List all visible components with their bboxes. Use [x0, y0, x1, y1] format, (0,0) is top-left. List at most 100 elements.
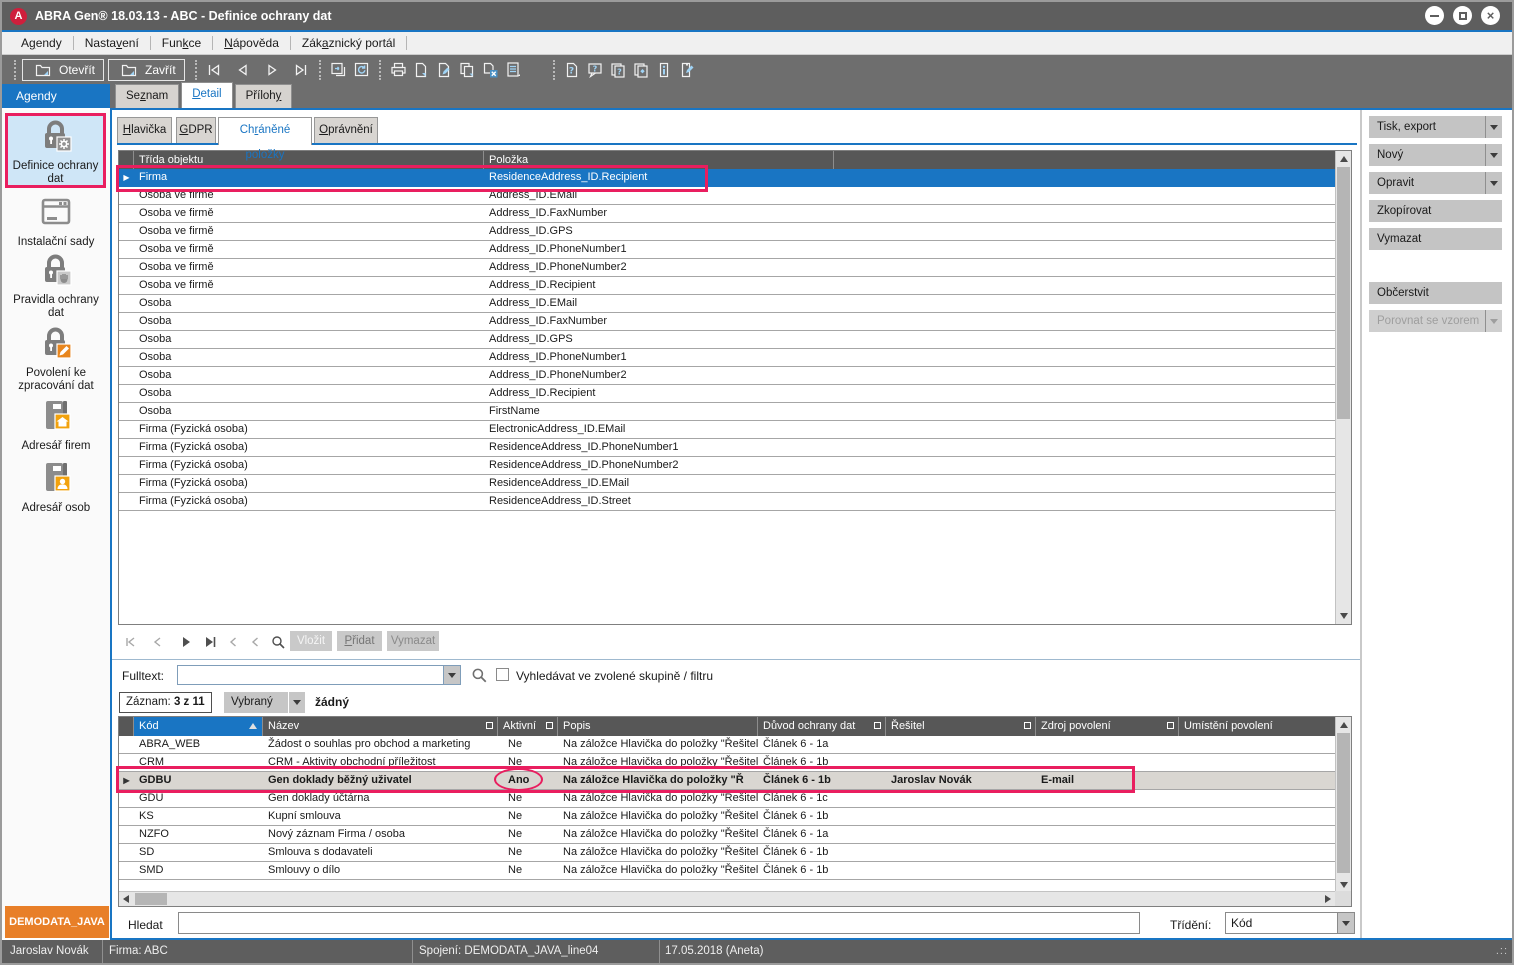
scrollbar-thumb[interactable]	[135, 893, 167, 905]
rec-first-icon[interactable]	[123, 634, 139, 650]
table-row[interactable]: KSKupní smlouvaNeNa záložce Hlavička do …	[119, 808, 1335, 826]
table-row[interactable]: OsobaAddress_ID.EMail	[119, 295, 1335, 313]
group-filter-checkbox[interactable]	[496, 668, 509, 681]
scroll-left-icon[interactable]	[123, 895, 129, 903]
nav-prev-icon[interactable]	[232, 59, 255, 81]
scroll-down-icon[interactable]	[1340, 882, 1348, 888]
fulltext-dropdown-button[interactable]	[443, 666, 460, 684]
column-header-resitel[interactable]: Řešitel	[886, 717, 1036, 736]
refresh-button[interactable]: Občerstvit	[1369, 282, 1502, 304]
table-row[interactable]: SMDSmlouvy o díloNeNa záložce Hlavička d…	[119, 862, 1335, 880]
delete-button[interactable]: Vymazat	[387, 631, 439, 651]
table-row[interactable]: Osoba ve firměAddress_ID.PhoneNumber2	[119, 259, 1335, 277]
tab-hlavicka[interactable]: Hlavička	[117, 117, 172, 143]
release-notes-icon[interactable]	[676, 59, 699, 81]
table-row[interactable]: NZFONový záznam Firma / osobaNeNa záložc…	[119, 826, 1335, 844]
sidebar-item-povoleni-ke-zpracovani-dat[interactable]: Povolení ke zpracování dat	[2, 325, 110, 395]
fulltext-combo[interactable]	[177, 665, 461, 685]
close-window-button[interactable]: Zavřít	[108, 59, 185, 81]
tab-detail[interactable]: Detail	[181, 82, 232, 108]
new-document-icon[interactable]	[410, 59, 433, 81]
tab-chranene-polozky[interactable]: Chráněné položky	[218, 117, 312, 145]
scrollbar-thumb[interactable]	[1337, 733, 1350, 873]
delete-record-button[interactable]: Vymazat	[1369, 228, 1502, 250]
scroll-down-icon[interactable]	[1340, 613, 1348, 619]
table-row[interactable]: OsobaAddress_ID.Recipient	[119, 385, 1335, 403]
table-row[interactable]: Osoba ve firměAddress_ID.PhoneNumber1	[119, 241, 1335, 259]
menu-nastaveni[interactable]: Nastavení	[74, 36, 150, 50]
rec-page-prev-icon[interactable]	[226, 634, 242, 650]
compare-template-button[interactable]: Porovnat se vzorem	[1369, 310, 1502, 332]
column-options-icon[interactable]	[486, 722, 493, 729]
table-row[interactable]: Firma (Fyzická osoba)ResidenceAddress_ID…	[119, 475, 1335, 493]
minimize-button[interactable]	[1425, 6, 1444, 25]
column-header-aktivni[interactable]: Aktivní	[498, 717, 558, 736]
table-row[interactable]: Firma (Fyzická osoba)ResidenceAddress_ID…	[119, 457, 1335, 475]
definitions-hscrollbar[interactable]	[119, 891, 1335, 906]
close-button[interactable]: ×	[1481, 6, 1500, 25]
scroll-up-icon[interactable]	[1340, 722, 1348, 728]
print-icon[interactable]	[387, 59, 410, 81]
switch-window-icon[interactable]	[327, 59, 350, 81]
open-button[interactable]: Otevřít	[22, 59, 104, 81]
table-row[interactable]: OsobaAddress_ID.PhoneNumber2	[119, 367, 1335, 385]
rec-prev-icon[interactable]	[150, 634, 166, 650]
table-row[interactable]: OsobaAddress_ID.FaxNumber	[119, 313, 1335, 331]
column-header-umisteni[interactable]: Umístění povolení	[1179, 717, 1335, 736]
column-header-duvod[interactable]: Důvod ochrany dat	[758, 717, 886, 736]
rec-search-icon[interactable]	[270, 634, 286, 650]
column-header-zdroj[interactable]: Zdroj povolení	[1036, 717, 1179, 736]
copy-button[interactable]: Zkopírovat	[1369, 200, 1502, 222]
maximize-button[interactable]	[1453, 6, 1472, 25]
resize-grip-icon[interactable]: .::	[1496, 945, 1508, 957]
sidebar-item-definice-ochrany-dat[interactable]: Definice ochrany dat	[5, 114, 106, 188]
copy-record-icon[interactable]	[456, 59, 479, 81]
search-input[interactable]	[178, 912, 1140, 934]
filter-dropdown-button[interactable]	[289, 692, 305, 713]
rec-next-icon[interactable]	[178, 634, 194, 650]
table-row[interactable]: Osoba ve firměAddress_ID.GPS	[119, 223, 1335, 241]
table-row[interactable]: Firma (Fyzická osoba)ResidenceAddress_ID…	[119, 493, 1335, 511]
definitions-vscrollbar[interactable]	[1335, 717, 1351, 892]
context-help-icon[interactable]: ?	[584, 59, 607, 81]
new-button[interactable]: Nový	[1369, 144, 1502, 166]
about-icon[interactable]	[653, 59, 676, 81]
fulltext-input[interactable]	[179, 667, 442, 683]
menu-funkce[interactable]: Funkce	[151, 36, 212, 50]
scrollbar-thumb[interactable]	[1337, 167, 1350, 419]
column-options-icon[interactable]	[874, 722, 881, 729]
column-options-icon[interactable]	[546, 722, 553, 729]
nav-next-icon[interactable]	[261, 59, 284, 81]
batch-list-icon[interactable]	[502, 59, 525, 81]
tab-opravneni[interactable]: Oprávnění	[314, 117, 378, 143]
column-header-popis[interactable]: Popis	[558, 717, 758, 736]
refresh-window-icon[interactable]	[350, 59, 373, 81]
sort-dropdown-button[interactable]	[1337, 913, 1354, 933]
column-options-icon[interactable]	[1024, 722, 1031, 729]
selected-filter-button[interactable]: Vybraný filtr:	[224, 692, 288, 713]
sidebar-item-instalacni-sady[interactable]: Instalační sady	[2, 194, 110, 250]
column-header-polozka[interactable]: Položka	[484, 151, 834, 169]
scroll-up-icon[interactable]	[1340, 156, 1348, 162]
table-row[interactable]: OsobaFirstName	[119, 403, 1335, 421]
nav-first-icon[interactable]	[203, 59, 226, 81]
table-row[interactable]: Firma (Fyzická osoba)ResidenceAddress_ID…	[119, 439, 1335, 457]
column-header-nazev[interactable]: Název	[263, 717, 498, 736]
new-dropdown[interactable]	[1485, 144, 1502, 166]
tab-prilohy[interactable]: Přílohy	[235, 84, 293, 108]
table-row[interactable]: ▶FirmaResidenceAddress_ID.Recipient	[119, 169, 1335, 187]
table-row[interactable]: Osoba ve firměAddress_ID.EMail	[119, 187, 1335, 205]
tab-seznam[interactable]: Seznam	[115, 84, 179, 108]
edit-button[interactable]: Opravit	[1369, 172, 1502, 194]
menu-napoveda[interactable]: Nápověda	[213, 36, 290, 50]
table-row[interactable]: SDSmlouva s dodavateliNeNa záložce Hlavi…	[119, 844, 1335, 862]
rec-page-prev2-icon[interactable]	[248, 634, 264, 650]
table-row[interactable]: OsobaAddress_ID.GPS	[119, 331, 1335, 349]
rec-last-icon[interactable]	[202, 634, 218, 650]
edit-record-icon[interactable]	[433, 59, 456, 81]
insert-button[interactable]: Vložit	[290, 631, 332, 651]
print-export-button[interactable]: Tisk, export	[1369, 116, 1502, 138]
fulltext-search-icon[interactable]	[470, 666, 486, 682]
help-topics-icon[interactable]: ?	[607, 59, 630, 81]
print-export-dropdown[interactable]	[1485, 116, 1502, 138]
